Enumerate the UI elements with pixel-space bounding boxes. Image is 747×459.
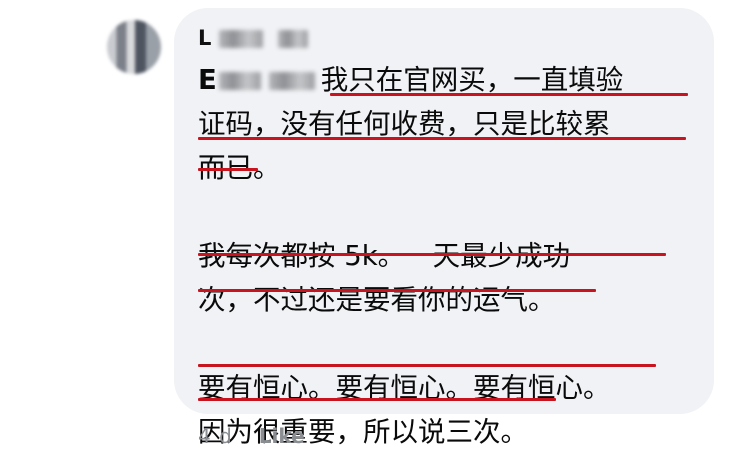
mention-name-visible: E — [198, 64, 217, 96]
red-underline — [330, 93, 688, 96]
comment-timestamp[interactable]: 4 d — [198, 424, 233, 448]
red-underline — [198, 137, 686, 140]
avatar[interactable] — [107, 20, 161, 74]
red-underline — [198, 364, 656, 367]
comment-line-text: 我只在官网买，一直填验 — [320, 64, 624, 96]
comment-meta: 4 d Like — [198, 424, 305, 448]
comment-line-text: 证码，没有任何收费，只是比较累 — [198, 108, 611, 140]
red-underline — [198, 398, 556, 401]
author-name-redacted — [278, 30, 309, 48]
comment-line: 要有恒心。要有恒心。要有恒心。 — [198, 366, 708, 410]
author-name-redacted — [218, 30, 263, 48]
comment-line: 而已。 — [198, 146, 708, 190]
mention-name-redacted — [218, 72, 261, 90]
red-underline — [198, 168, 258, 171]
like-button[interactable]: Like — [259, 424, 305, 448]
comment-line-text: 我每次都按 5k。一天最少成功一 — [198, 240, 598, 272]
comment-author[interactable]: L — [198, 26, 309, 50]
author-name-visible: L — [198, 26, 212, 50]
mention-tag[interactable]: E — [198, 64, 315, 96]
comment-text: E 我只在官网买，一直填验 证码，没有任何收费，只是比较累 而已。 我每次都按 5… — [198, 58, 708, 454]
red-underline — [198, 253, 666, 256]
comment-line: 我每次都按 5k。一天最少成功一 — [198, 234, 708, 278]
comment-line: 次，不过还是要看你的运气。 — [198, 278, 708, 322]
red-underline — [198, 289, 596, 292]
mention-name-redacted — [268, 72, 315, 90]
